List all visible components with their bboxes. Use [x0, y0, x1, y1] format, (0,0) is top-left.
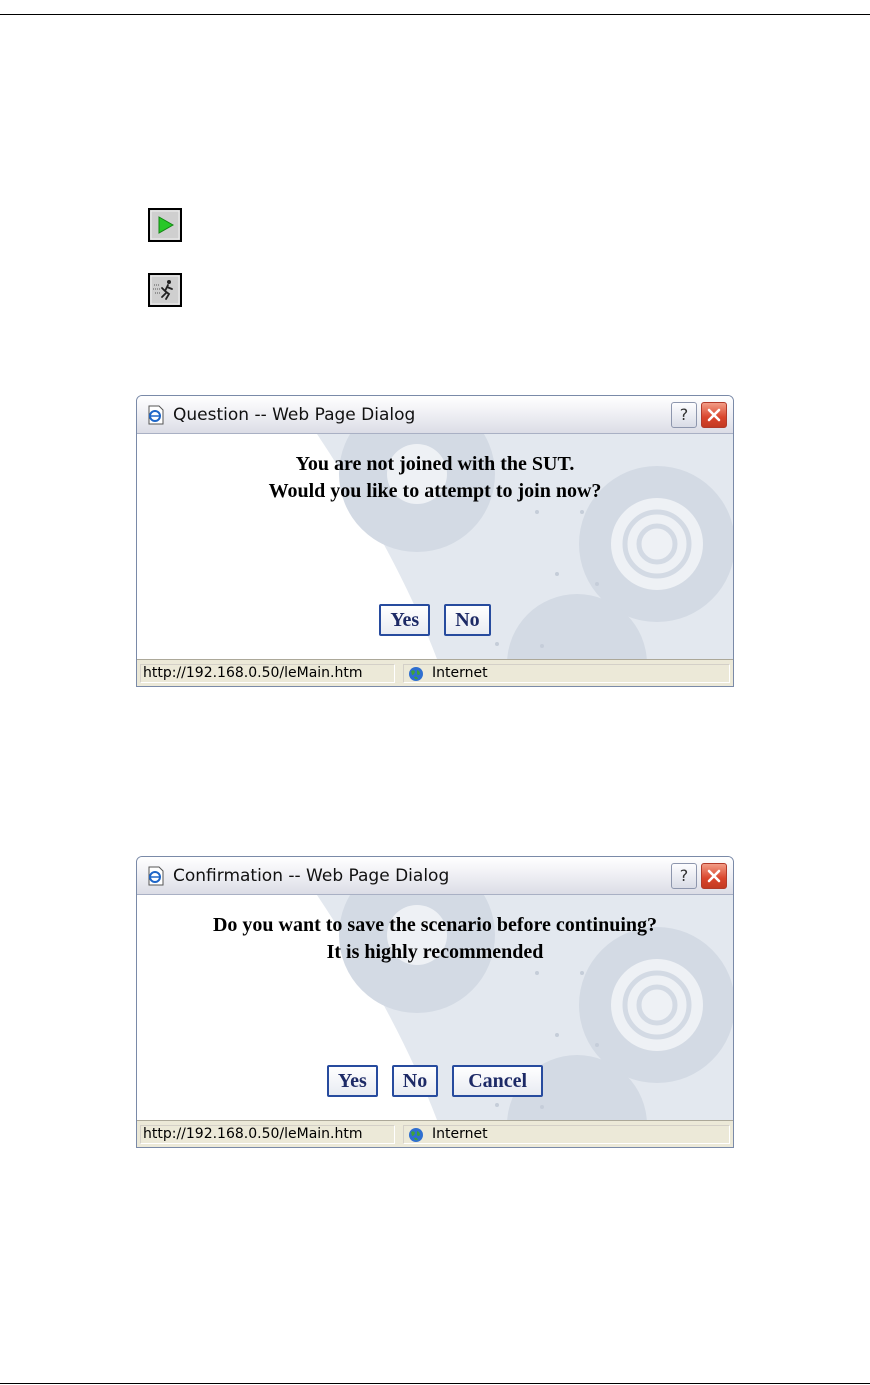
cancel-button[interactable]: Cancel [452, 1065, 544, 1097]
close-button[interactable] [701, 402, 727, 428]
message-line: Do you want to save the scenario before … [212, 914, 658, 936]
dialog-content: You are not joined with the SUT. Would y… [137, 434, 733, 659]
page-bottom-rule [0, 1383, 870, 1384]
page-top-rule [0, 14, 870, 15]
status-url: http://192.168.0.50/leMain.htm [140, 664, 395, 683]
ie-page-icon [148, 405, 164, 425]
help-button[interactable]: ? [671, 402, 697, 428]
close-icon [707, 869, 721, 883]
dialog-title: Question -- Web Page Dialog [173, 405, 416, 425]
dialog-titlebar[interactable]: Confirmation -- Web Page Dialog ? [137, 857, 733, 895]
yes-button[interactable]: Yes [379, 604, 431, 636]
status-bar: http://192.168.0.50/leMain.htm Internet [137, 659, 733, 686]
security-zone: Internet [403, 664, 730, 683]
yes-button[interactable]: Yes [326, 1065, 378, 1097]
message-line: Would you like to attempt to join now? [268, 480, 602, 502]
message-line: It is highly recommended [326, 941, 544, 963]
help-icon: ? [679, 405, 689, 424]
dialog-button-row: Yes No Cancel [137, 1065, 733, 1097]
zone-label: Internet [432, 1126, 488, 1142]
no-button[interactable]: No [444, 604, 491, 636]
confirmation-dialog: Confirmation -- Web Page Dialog ? Do you… [136, 856, 734, 1148]
ie-page-icon [148, 866, 164, 886]
zone-label: Internet [432, 665, 488, 681]
play-icon[interactable] [148, 208, 182, 242]
dialog-message: You are not joined with the SUT. Would y… [137, 451, 733, 505]
dialog-message: Do you want to save the scenario before … [137, 912, 733, 966]
help-button[interactable]: ? [671, 863, 697, 889]
status-bar: http://192.168.0.50/leMain.htm Internet [137, 1120, 733, 1147]
message-line: You are not joined with the SUT. [295, 453, 575, 475]
security-zone: Internet [403, 1125, 730, 1144]
dialog-title: Confirmation -- Web Page Dialog [173, 866, 450, 886]
running-man-icon[interactable] [148, 273, 182, 307]
globe-icon [409, 1128, 423, 1142]
no-button[interactable]: No [391, 1065, 439, 1097]
close-button[interactable] [701, 863, 727, 889]
close-icon [707, 408, 721, 422]
help-icon: ? [679, 866, 689, 885]
question-dialog: Question -- Web Page Dialog ? You are no… [136, 395, 734, 687]
dialog-button-row: Yes No [137, 604, 733, 636]
status-url: http://192.168.0.50/leMain.htm [140, 1125, 395, 1144]
dialog-titlebar[interactable]: Question -- Web Page Dialog ? [137, 396, 733, 434]
globe-icon [409, 667, 423, 681]
dialog-content: Do you want to save the scenario before … [137, 895, 733, 1120]
